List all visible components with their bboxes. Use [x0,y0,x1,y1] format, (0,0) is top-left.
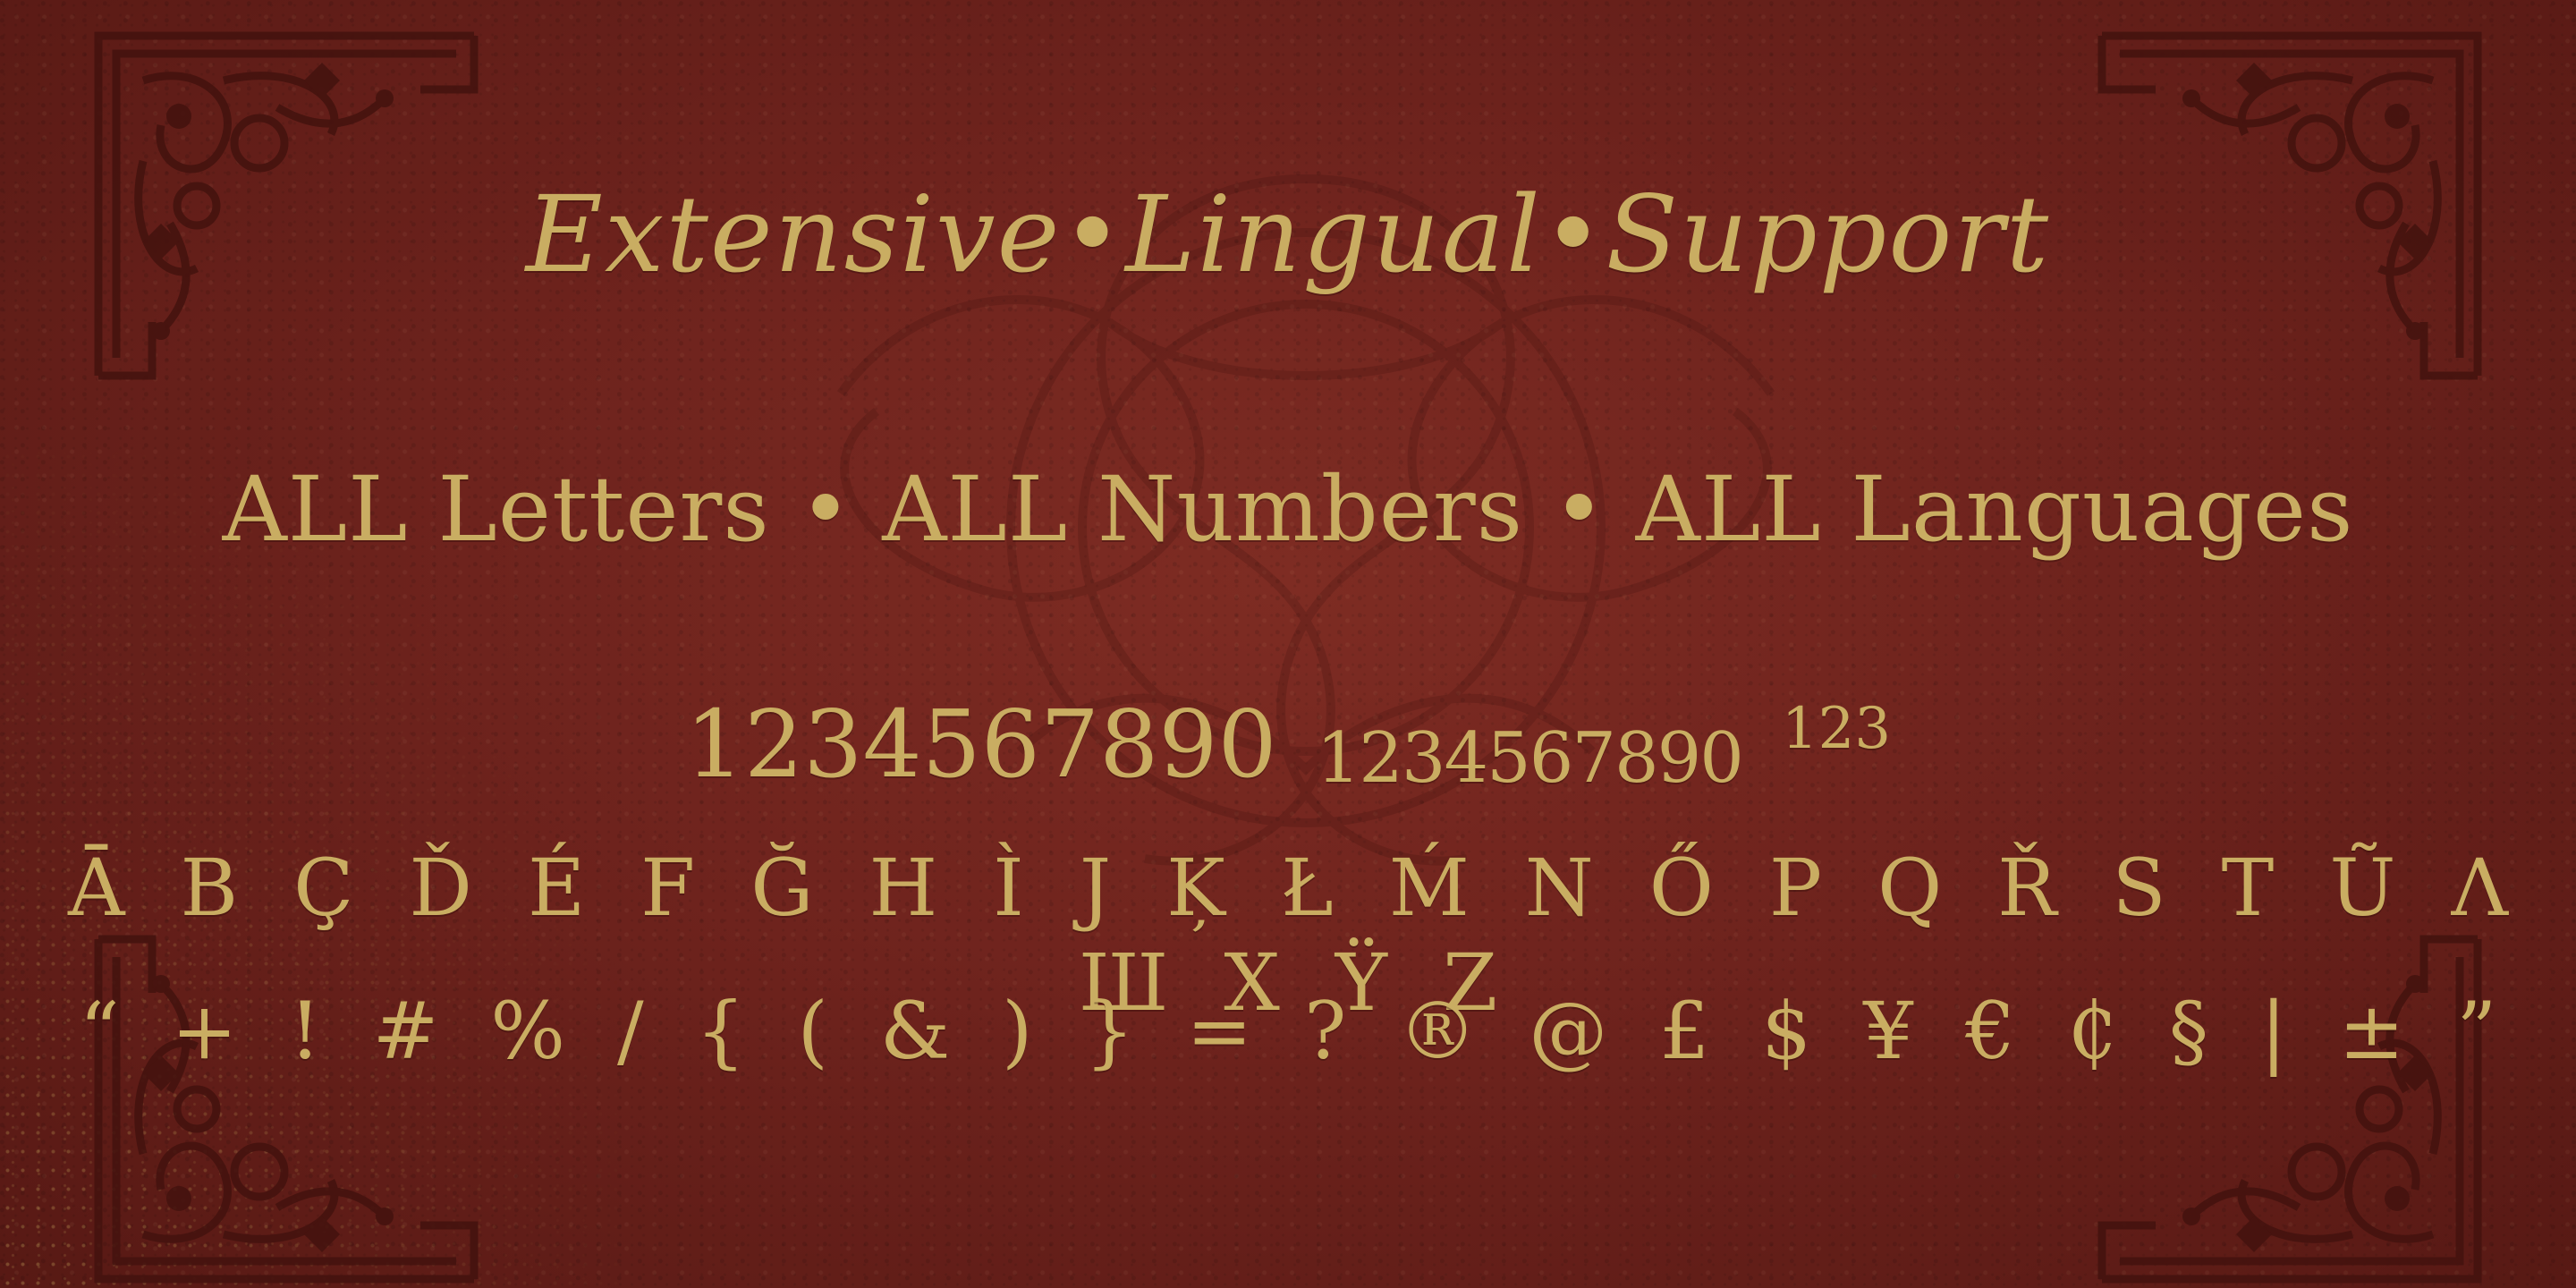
specimen-content: Extensive•Lingual•Support ALL Letters • … [0,0,2576,1288]
symbols-row: “ + ! # % / { ( & ) } = ? ® @ £ $ ¥ € ₵ … [79,985,2497,1077]
subline: ALL Letters • ALL Numbers • ALL Language… [222,457,2354,562]
superscript-numerals: 123 [1781,696,1892,762]
lining-numerals: 1234567890 [684,690,1277,799]
oldstyle-numerals: 1234567890 [1316,718,1744,799]
numerals-row: 1234567890 1234567890 123 [0,690,2576,799]
headline: Extensive•Lingual•Support [525,173,2051,296]
